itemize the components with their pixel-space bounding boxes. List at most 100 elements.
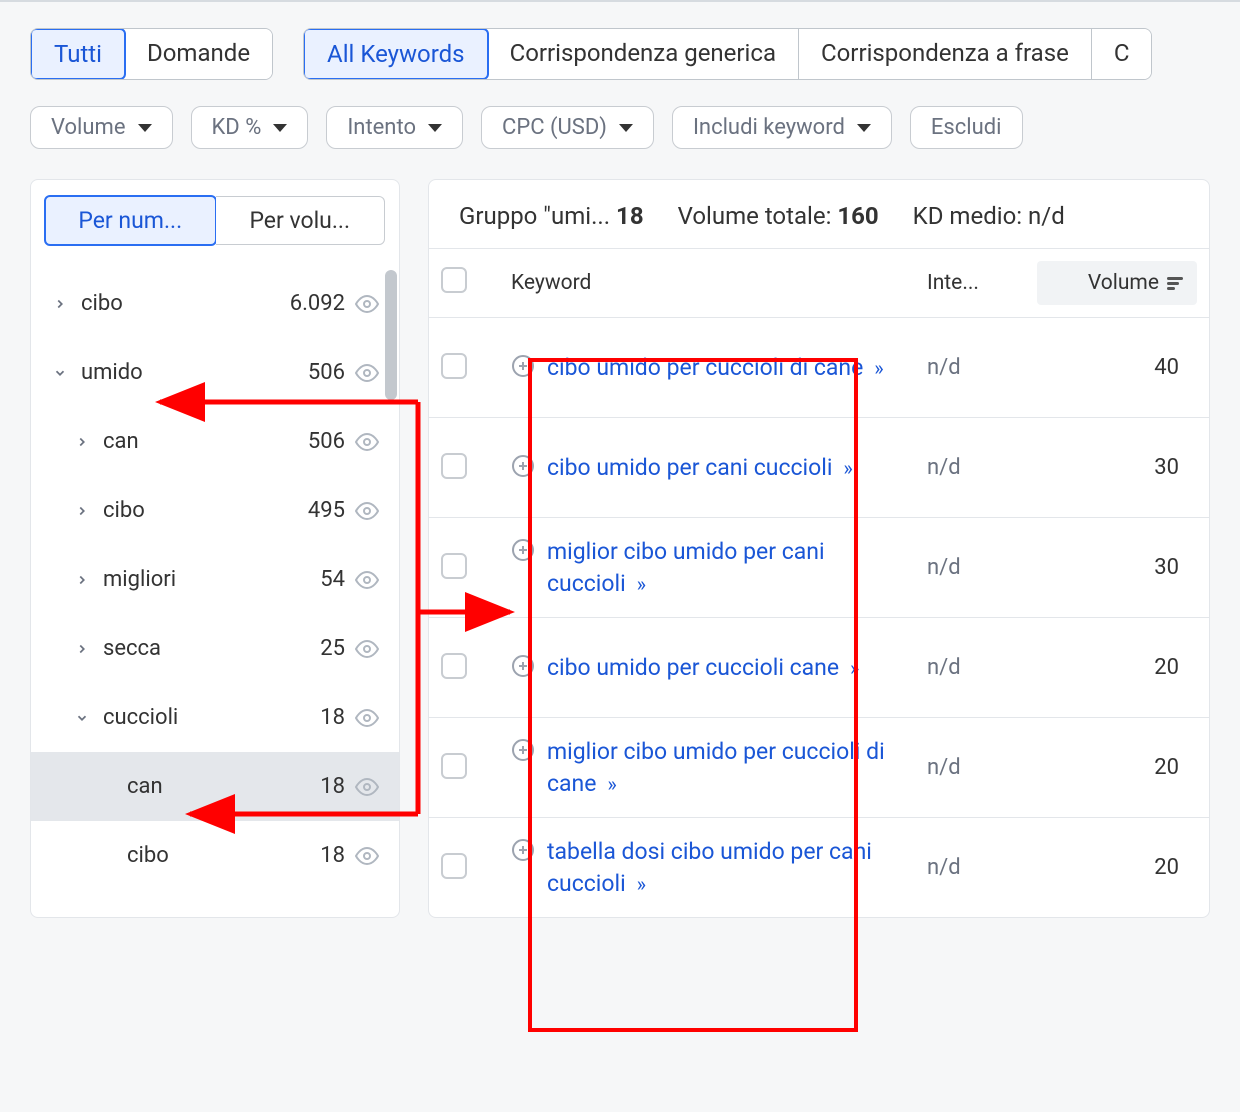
- column-intent[interactable]: Inte...: [927, 271, 1037, 295]
- row-checkbox[interactable]: [441, 353, 467, 379]
- tab-broad-match[interactable]: Corrispondenza generica: [488, 29, 799, 79]
- tree-item-label: cibo: [81, 291, 290, 316]
- row-checkbox[interactable]: [441, 653, 467, 679]
- tab-phrase-match[interactable]: Corrispondenza a frase: [799, 29, 1092, 79]
- table-row: miglior cibo umido per cuccioli di cane …: [429, 717, 1209, 817]
- tree-item-cibo[interactable]: cibo18: [31, 821, 399, 890]
- volume-value: 20: [1037, 655, 1197, 680]
- intent-value: n/d: [927, 355, 1037, 380]
- tree-item-count: 18: [320, 774, 345, 799]
- tree-item-label: umido: [81, 360, 308, 385]
- filter-kd[interactable]: KD %: [191, 106, 309, 149]
- tree-item-label: migliori: [103, 567, 320, 592]
- tree-item-label: cuccioli: [103, 705, 320, 730]
- group-count: 18: [616, 202, 644, 230]
- filter-volume[interactable]: Volume: [30, 106, 173, 149]
- sort-by-number[interactable]: Per num...: [44, 195, 217, 246]
- table-row: cibo umido per cuccioli di cane »n/d40: [429, 317, 1209, 417]
- tree-item-cibo[interactable]: cibo6.092: [31, 269, 399, 338]
- column-volume[interactable]: Volume: [1037, 261, 1197, 305]
- tree-item-label: can: [103, 429, 308, 454]
- volume-value: 20: [1037, 855, 1197, 880]
- chevron-down-icon: [428, 124, 442, 132]
- tree-item-count: 18: [320, 843, 345, 868]
- filter-intent[interactable]: Intento: [326, 106, 463, 149]
- keyword-groups-panel: Per num... Per volu... cibo6.092umido506…: [30, 179, 400, 918]
- group-summary: Gruppo "umi... 18 Volume totale: 160 KD …: [429, 180, 1209, 248]
- chevron-down-icon: [273, 124, 287, 132]
- tab-domande[interactable]: Domande: [125, 29, 272, 79]
- tree-item-label: can: [127, 774, 320, 799]
- expand-keyword-icon[interactable]: [511, 654, 535, 678]
- row-checkbox[interactable]: [441, 453, 467, 479]
- filter-exclude-keyword[interactable]: Escludi: [910, 106, 1023, 149]
- total-volume-label: Volume totale:: [678, 202, 832, 230]
- keyword-link[interactable]: cibo umido per cuccioli cane: [547, 654, 839, 681]
- avg-kd-value: n/d: [1028, 202, 1065, 230]
- tree-item-secca[interactable]: secca25: [31, 614, 399, 683]
- row-checkbox[interactable]: [441, 853, 467, 879]
- volume-value: 20: [1037, 755, 1197, 780]
- keyword-link[interactable]: cibo umido per cani cuccioli: [547, 454, 832, 481]
- tree-item-migliori[interactable]: migliori54: [31, 545, 399, 614]
- tab-all-keywords[interactable]: All Keywords: [303, 28, 489, 80]
- filter-include-keyword[interactable]: Includi keyword: [672, 106, 892, 149]
- eye-icon[interactable]: [355, 637, 379, 661]
- expand-keyword-icon[interactable]: [511, 354, 535, 378]
- eye-icon[interactable]: [355, 775, 379, 799]
- chevron-right-icon: [71, 573, 93, 587]
- eye-icon[interactable]: [355, 706, 379, 730]
- tab-tutti[interactable]: Tutti: [30, 28, 126, 80]
- double-chevron-icon[interactable]: »: [602, 772, 616, 796]
- intent-value: n/d: [927, 855, 1037, 880]
- intent-value: n/d: [927, 655, 1037, 680]
- double-chevron-icon[interactable]: »: [632, 872, 646, 896]
- tree-item-can[interactable]: can506: [31, 407, 399, 476]
- intent-value: n/d: [927, 555, 1037, 580]
- row-checkbox[interactable]: [441, 553, 467, 579]
- tree-item-can[interactable]: can18: [31, 752, 399, 821]
- tree-item-label: secca: [103, 636, 320, 661]
- double-chevron-icon[interactable]: »: [632, 572, 646, 596]
- volume-value: 30: [1037, 555, 1197, 580]
- chevron-right-icon: [71, 435, 93, 449]
- tree-item-cibo[interactable]: cibo495: [31, 476, 399, 545]
- keyword-link[interactable]: cibo umido per cuccioli di cane: [547, 354, 863, 381]
- tree-item-count: 18: [320, 705, 345, 730]
- eye-icon[interactable]: [355, 361, 379, 385]
- tree-item-cuccioli[interactable]: cuccioli18: [31, 683, 399, 752]
- double-chevron-icon[interactable]: »: [838, 456, 852, 480]
- expand-keyword-icon[interactable]: [511, 454, 535, 478]
- expand-keyword-icon[interactable]: [511, 538, 535, 562]
- sort-by-volume[interactable]: Per volu...: [216, 196, 386, 245]
- app-root: Tutti Domande All Keywords Corrispondenz…: [0, 0, 1240, 1110]
- intent-value: n/d: [927, 755, 1037, 780]
- double-chevron-icon[interactable]: »: [869, 356, 883, 380]
- filter-cpc[interactable]: CPC (USD): [481, 106, 654, 149]
- chevron-down-icon: [138, 124, 152, 132]
- group-name: Gruppo "umi...: [459, 202, 610, 230]
- tree-item-umido[interactable]: umido506: [31, 338, 399, 407]
- keyword-link[interactable]: tabella dosi cibo umido per cani cucciol…: [547, 838, 872, 896]
- chevron-down-icon: [71, 711, 93, 725]
- row-checkbox[interactable]: [441, 753, 467, 779]
- keyword-link[interactable]: miglior cibo umido per cuccioli di cane: [547, 738, 885, 796]
- eye-icon[interactable]: [355, 292, 379, 316]
- eye-icon[interactable]: [355, 499, 379, 523]
- table-body: cibo umido per cuccioli di cane »n/d40ci…: [429, 317, 1209, 917]
- chevron-down-icon: [619, 124, 633, 132]
- tab-overflow[interactable]: C: [1092, 29, 1152, 79]
- expand-keyword-icon[interactable]: [511, 738, 535, 762]
- double-chevron-icon[interactable]: »: [845, 656, 859, 680]
- select-all-checkbox[interactable]: [441, 267, 467, 293]
- eye-icon[interactable]: [355, 568, 379, 592]
- keyword-link[interactable]: miglior cibo umido per cani cuccioli: [547, 538, 825, 596]
- table-row: miglior cibo umido per cani cuccioli » n/…: [429, 517, 1209, 617]
- column-keyword[interactable]: Keyword: [511, 271, 927, 295]
- scrollbar-thumb[interactable]: [385, 270, 397, 400]
- tab-group-question-type: Tutti Domande: [30, 28, 273, 80]
- eye-icon[interactable]: [355, 430, 379, 454]
- expand-keyword-icon[interactable]: [511, 838, 535, 862]
- sort-tabs: Per num... Per volu...: [31, 180, 399, 255]
- eye-icon[interactable]: [355, 844, 379, 868]
